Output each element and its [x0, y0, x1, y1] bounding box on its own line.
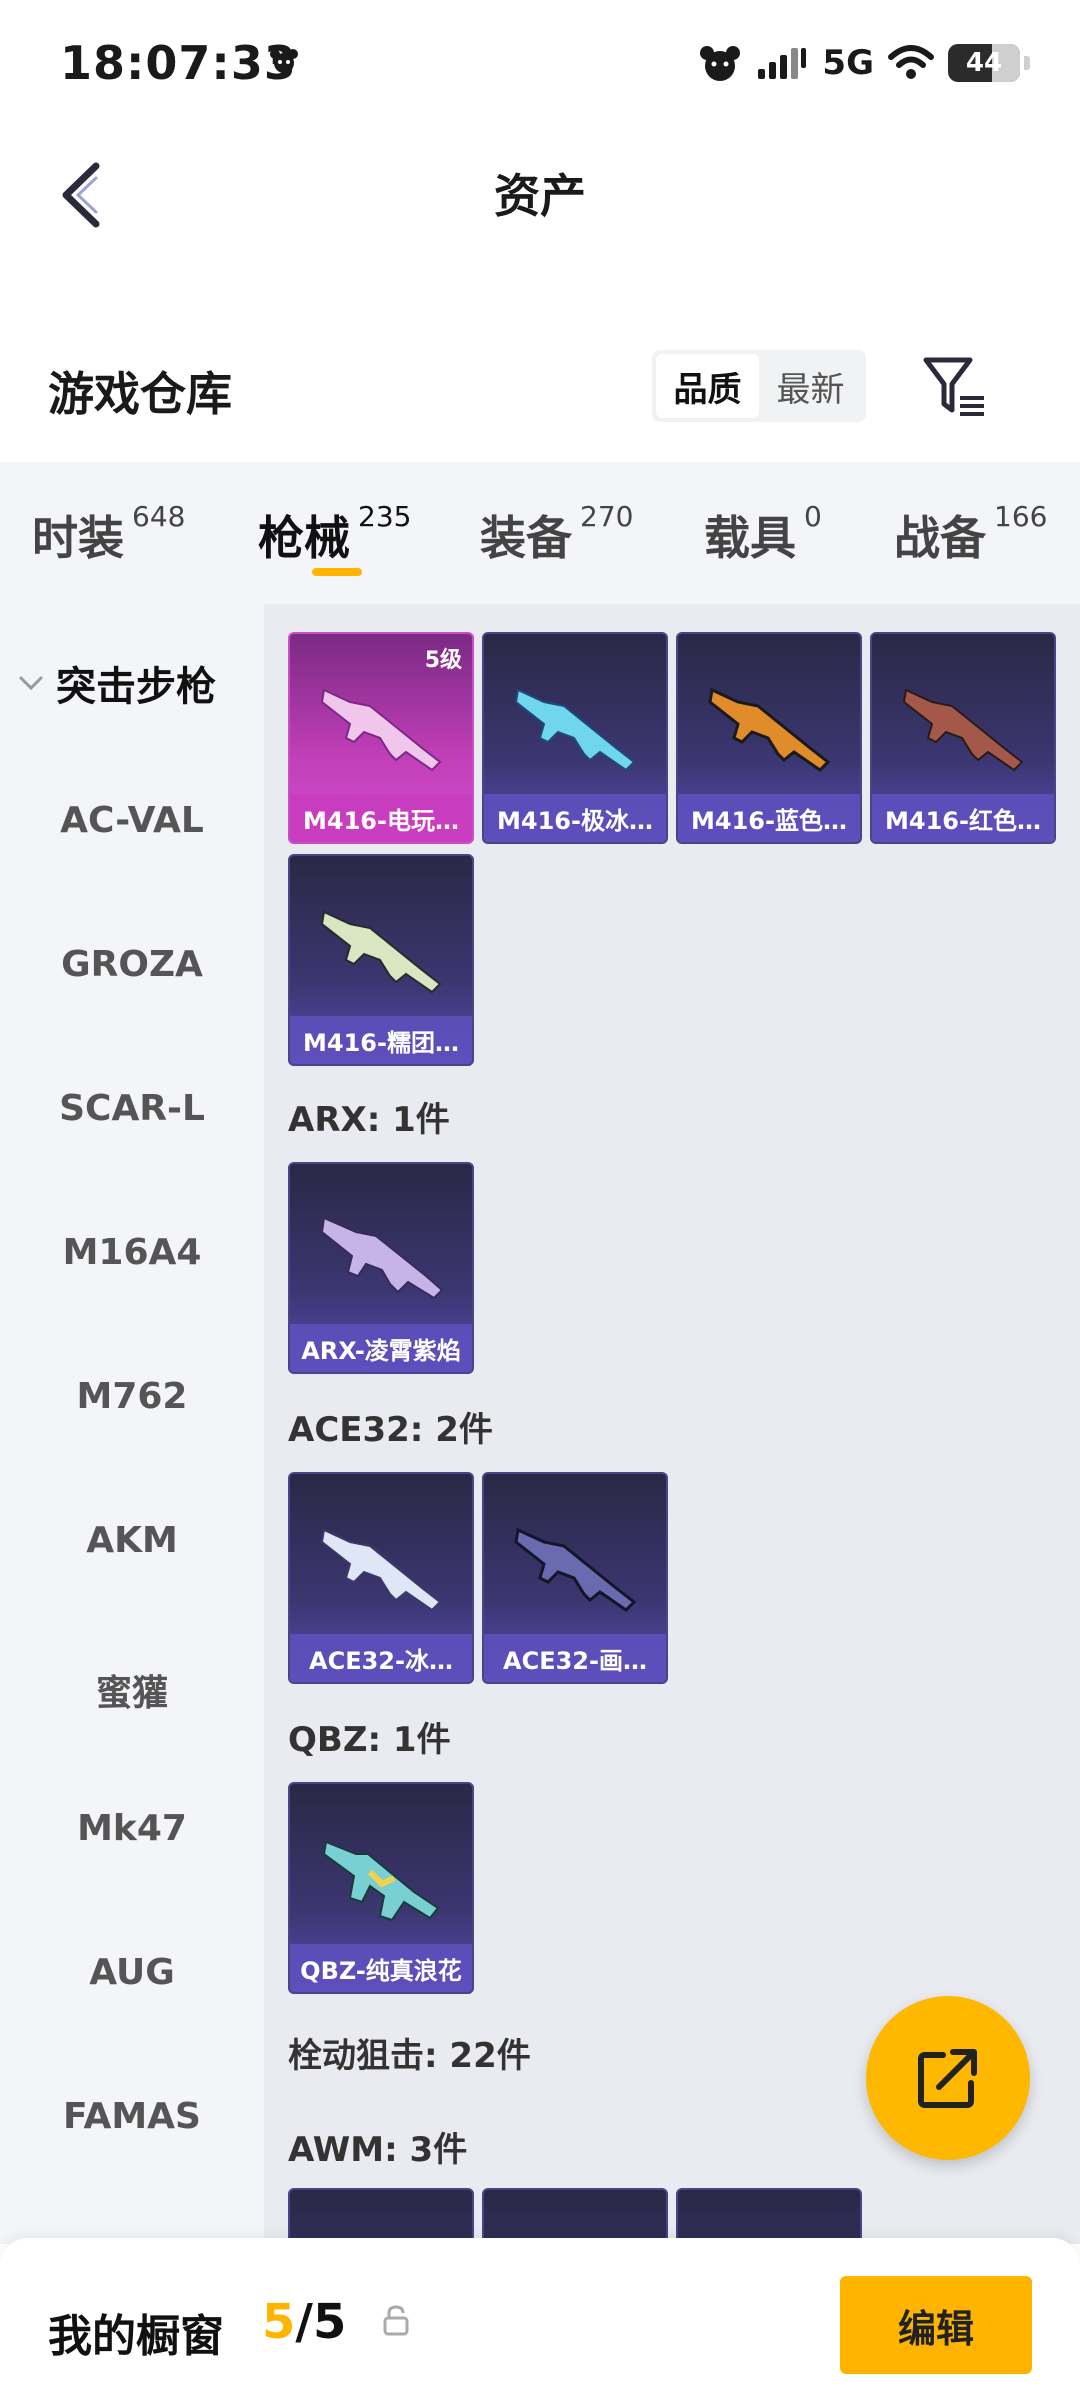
weapon-name: M416-电玩…: [290, 794, 472, 842]
weapon-name: QBZ-纯真浪花: [290, 1944, 472, 1992]
rifle-icon: [708, 687, 831, 772]
weapon-card[interactable]: M416-极冰…: [482, 632, 668, 844]
battery-cap: [1024, 56, 1030, 70]
tab-equipment[interactable]: 装备 270: [480, 500, 634, 568]
page-title: 资产: [494, 169, 586, 223]
tab-label: 时装: [32, 511, 124, 565]
status-right: 5G 44: [698, 38, 1030, 88]
rifle-icon: [322, 1840, 440, 1922]
rifle-icon: [514, 1527, 637, 1612]
section-label-arx: ARX: 1件: [288, 1100, 450, 1140]
weapon-card[interactable]: 5级 M416-电玩…: [288, 632, 474, 844]
section-label-qbz: QBZ: 1件: [288, 1720, 451, 1760]
weapon-name: ACE32-画…: [484, 1634, 666, 1682]
paw-icon: [270, 49, 298, 73]
sidebar-group-label: 突击步枪: [56, 664, 216, 710]
sidebar-item-scar-l[interactable]: SCAR-L: [0, 1088, 264, 1129]
weapon-card[interactable]: [288, 2188, 474, 2244]
sidebar-item-famas[interactable]: FAMAS: [0, 2096, 264, 2137]
sidebar-item-ac-val[interactable]: AC-VAL: [0, 800, 264, 841]
weapon-card[interactable]: M416-糯团…: [288, 854, 474, 1066]
tab-count: 166: [994, 500, 1048, 533]
sort-toggle: 品质 最新: [652, 350, 866, 422]
showcase-current: 5: [262, 2294, 296, 2350]
tab-label: 装备: [480, 511, 572, 565]
showcase-count: 5/5: [262, 2294, 346, 2350]
section-label-ace32: ACE32: 2件: [288, 1410, 493, 1450]
rifle-icon: [320, 1528, 442, 1612]
filter-icon: [923, 357, 984, 416]
weapon-name: M416-极冰…: [484, 794, 666, 842]
weapon-card[interactable]: M416-红色…: [870, 632, 1056, 844]
weapon-name: ACE32-冰…: [290, 1634, 472, 1682]
weapon-name: M416-红色…: [872, 794, 1054, 842]
battery-level: 44: [965, 48, 1003, 78]
weapon-card[interactable]: [482, 2188, 668, 2244]
tab-label: 载具: [704, 511, 796, 565]
weapon-card[interactable]: QBZ-纯真浪花: [288, 1782, 474, 1994]
sidebar-item-groza[interactable]: GROZA: [0, 944, 264, 985]
chevron-down-icon: [19, 676, 43, 691]
showcase-total: 5: [312, 2294, 347, 2350]
tab-vehicles[interactable]: 载具 0: [704, 500, 822, 568]
rifle-icon: [320, 688, 442, 772]
tab-firearms[interactable]: 枪械 235: [258, 500, 412, 568]
sidebar-item-aug[interactable]: AUG: [0, 1952, 264, 1993]
lock-icon: [383, 2305, 409, 2336]
share-icon: [918, 2049, 977, 2108]
tab-count: 648: [132, 500, 186, 533]
network-label: 5G: [822, 43, 874, 83]
sidebar-item-m762[interactable]: M762: [0, 1376, 264, 1417]
weapon-name: M416-糯团…: [290, 1016, 472, 1064]
category-tabs: 时装 648 枪械 235 装备 270 载具 0 战备 166: [0, 462, 1080, 604]
rifle-icon: [320, 910, 442, 994]
rifle-icon: [514, 688, 636, 772]
battery-icon: 44: [948, 44, 1020, 82]
weapon-card[interactable]: ACE32-画…: [482, 1472, 668, 1684]
section-label-bolt-action: 栓动狙击: 22件: [288, 2036, 531, 2076]
tab-count: 235: [358, 500, 412, 533]
weapon-card[interactable]: ARX-凌霄紫焰: [288, 1162, 474, 1374]
edit-button[interactable]: 编辑: [840, 2276, 1032, 2374]
sort-by-newest[interactable]: 最新: [759, 354, 862, 418]
status-time: 18:07:33: [60, 36, 297, 90]
weapon-name: ARX-凌霄紫焰: [290, 1324, 472, 1372]
weapon-card[interactable]: [676, 2188, 862, 2244]
wifi-icon: [888, 45, 934, 79]
warehouse-title: 游戏仓库: [48, 367, 232, 421]
sidebar-item-akm[interactable]: AKM: [0, 1520, 264, 1561]
signal-icon: [758, 48, 807, 79]
tab-fashion[interactable]: 时装 648: [32, 500, 186, 568]
rifle-icon: [902, 688, 1024, 772]
filter-button[interactable]: [918, 350, 994, 426]
showcase-bar: 我的橱窗 5/5 编辑: [0, 2238, 1080, 2408]
sidebar-group-assault-rifles[interactable]: 突击步枪: [18, 654, 216, 712]
weapon-name: M416-蓝色…: [678, 794, 860, 842]
sort-by-quality[interactable]: 品质: [656, 354, 759, 418]
tab-supplies[interactable]: 战备 166: [894, 500, 1048, 568]
sidebar-item-m16a4[interactable]: M16A4: [0, 1232, 264, 1273]
sidebar-item-honey-badger[interactable]: 蜜獾: [0, 1664, 264, 1716]
share-button[interactable]: [866, 1996, 1030, 2160]
section-label-awm: AWM: 3件: [288, 2130, 468, 2170]
status-bar: 18:07:33 5G 44: [0, 0, 1080, 130]
weapon-card[interactable]: ACE32-冰…: [288, 1472, 474, 1684]
active-tab-indicator: [312, 568, 362, 576]
weapon-card[interactable]: M416-蓝色…: [676, 632, 862, 844]
showcase-separator: /: [295, 2294, 313, 2350]
bear-icon: [700, 46, 741, 81]
showcase-label: 我的橱窗: [48, 2311, 224, 2362]
tab-count: 0: [804, 500, 822, 533]
weapon-sidebar: 突击步枪 AC-VAL GROZA SCAR-L M16A4 M762 AKM …: [0, 604, 264, 2244]
tab-label: 战备: [894, 511, 986, 565]
tab-count: 270: [580, 500, 634, 533]
tab-label: 枪械: [258, 511, 350, 565]
sidebar-item-mk47[interactable]: Mk47: [0, 1808, 264, 1849]
rifle-icon: [320, 1216, 444, 1300]
